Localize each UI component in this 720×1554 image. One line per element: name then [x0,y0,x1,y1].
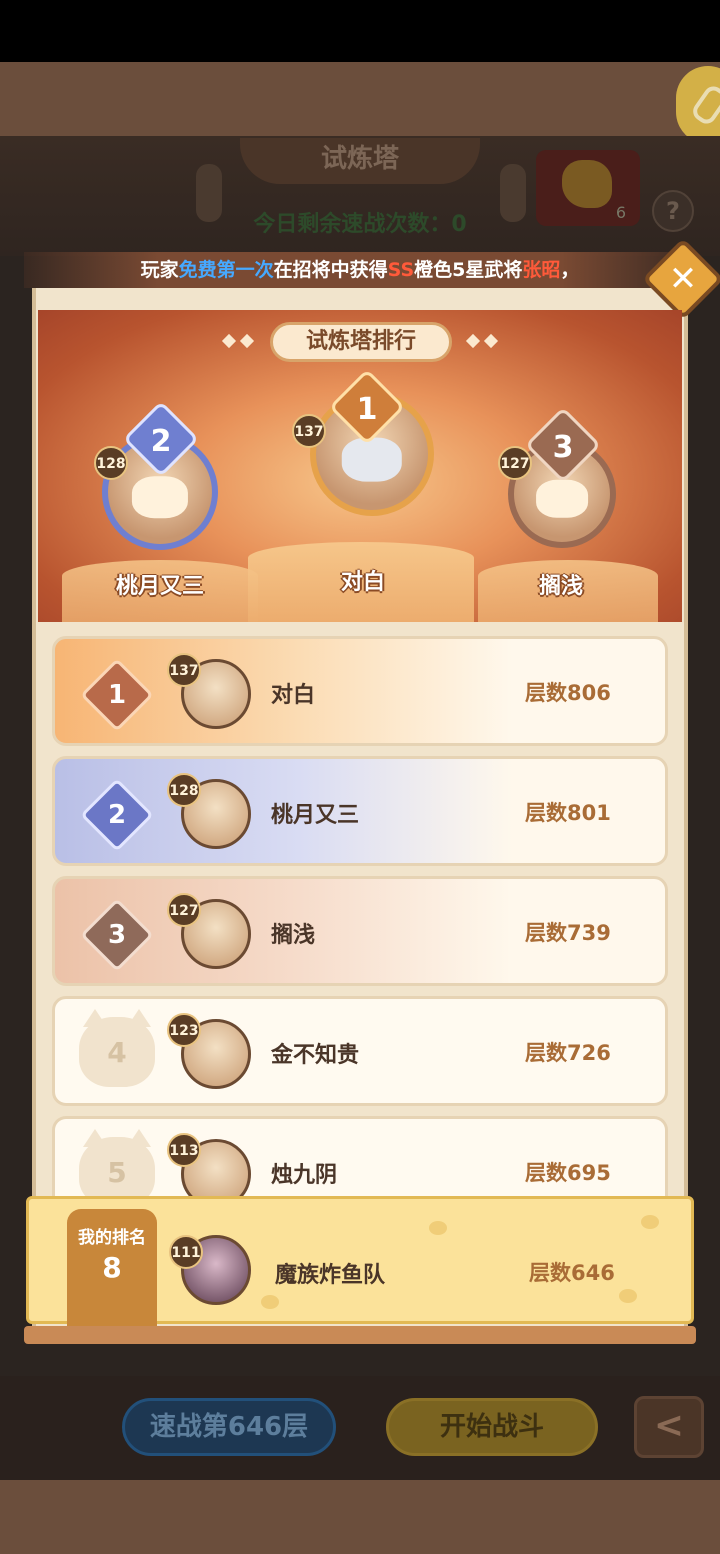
floor-score: 层数646 [529,1261,615,1285]
back-arrow-icon: < [653,1405,685,1446]
panel-bottom-edge [24,1326,696,1344]
floor-score: 层数806 [525,681,611,705]
sweep-button[interactable]: 速战第646层 [122,1398,336,1456]
level-badge: 128 [167,773,201,807]
rank-2-icon: 2 [80,778,154,852]
rank-number: 4 [79,1009,155,1087]
paw-icon [429,1221,447,1235]
player-name: 魔族炸鱼队 [275,1263,386,1288]
status-bar-area [0,0,720,62]
level-badge: 113 [167,1133,201,1167]
back-button[interactable]: < [634,1396,704,1458]
player-name: 对白 [271,683,316,708]
help-button[interactable]: ? [652,190,694,232]
my-rank-tag: 我的排名 8 [67,1209,157,1327]
player-name: 金不知贵 [271,1043,360,1068]
player-name: 烛九阴 [271,1163,338,1188]
rank-1-icon: 1 [80,658,154,732]
top-bar [0,62,720,136]
ranking-row[interactable]: 4 123 金不知贵 层数726 [52,996,668,1106]
ranking-row[interactable]: 3 127 搁浅 层数739 [52,876,668,986]
floor-score: 层数726 [525,1041,611,1065]
resource-ore[interactable]: 6 [536,150,640,226]
paw-icon [641,1215,659,1229]
level-badge: 128 [94,446,128,480]
podium-name-first: 对白 [340,570,385,595]
ranking-row[interactable]: 2 128 桃月又三 层数801 [52,756,668,866]
floor-score: 层数695 [525,1161,611,1185]
level-badge: 127 [167,893,201,927]
rank-3-icon: 3 [80,898,154,972]
paw-icon [261,1295,279,1309]
level-badge: 137 [292,414,326,448]
my-rank-bar[interactable]: 我的排名 8 111 魔族炸鱼队 层数646 [26,1196,694,1327]
floor-score: 层数739 [525,921,611,945]
ranking-title: 试炼塔排行 [270,322,452,362]
level-badge: 127 [498,446,532,480]
announcement-banner: 玩家免费第一次在招将中获得SS橙色5星武将张昭， [24,252,696,288]
level-badge: 137 [167,653,201,687]
level-badge: 111 [169,1235,203,1269]
podium-name-third: 搁浅 [538,574,583,599]
tower-title: 试炼塔 [240,138,480,184]
player-name: 搁浅 [271,923,316,948]
rank-number: 5 [79,1129,155,1202]
ore-icon [562,160,612,208]
floor-score: 层数801 [525,801,611,825]
ranking-row[interactable]: 5 113 烛九阴 层数695 [52,1116,668,1202]
my-rank-number: 8 [102,1251,122,1284]
clip-icon[interactable] [676,66,720,144]
bottom-action-area [0,1376,720,1480]
podium-name-second: 桃月又三 [115,574,204,599]
start-battle-button[interactable]: 开始战斗 [386,1398,598,1456]
paw-icon [619,1289,637,1303]
my-rank-label: 我的排名 [78,1228,146,1248]
level-badge: 123 [167,1013,201,1047]
close-icon: ✕ [668,259,698,299]
player-name: 桃月又三 [271,803,360,828]
podium: 试炼塔排行 2 128 桃月又三 1 137 对白 3 127 搁浅 [38,310,682,622]
nav-bar [0,1480,720,1554]
ranking-row[interactable]: 1 137 对白 层数806 [52,636,668,746]
